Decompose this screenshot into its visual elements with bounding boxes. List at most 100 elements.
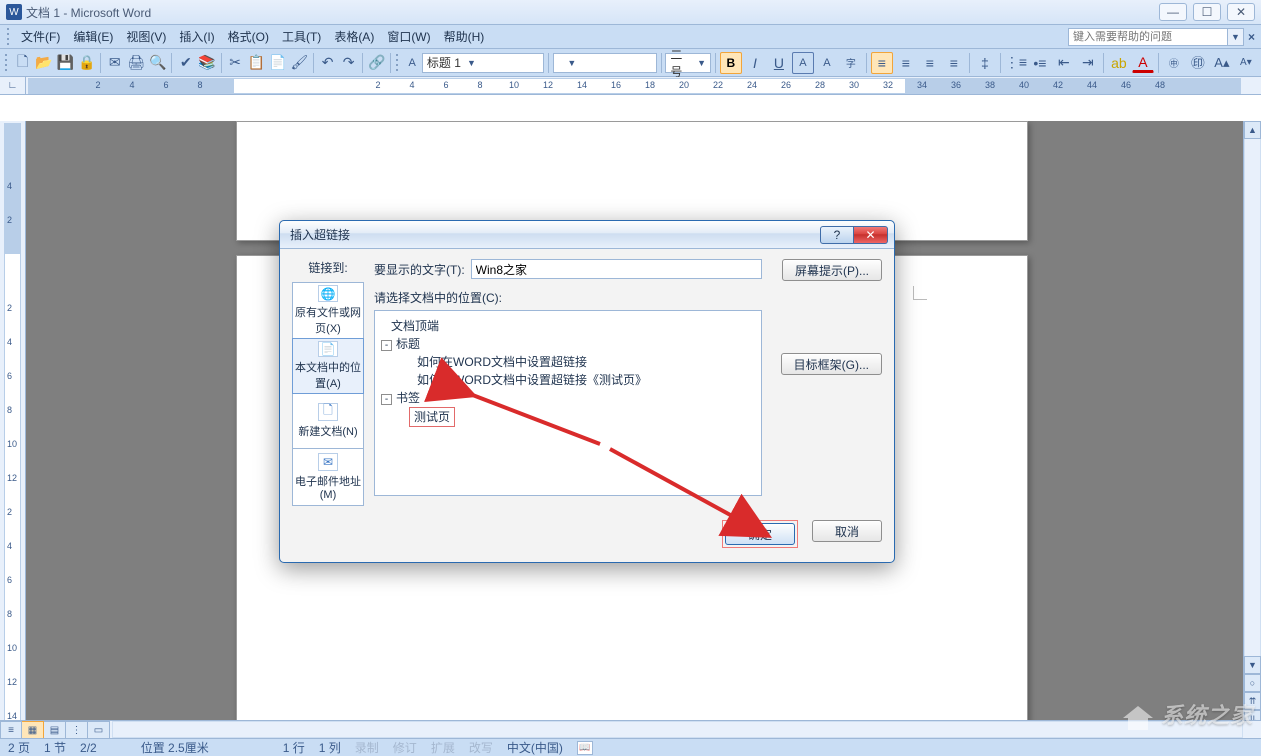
status-extend[interactable]: 扩展 (431, 739, 455, 756)
menu-edit[interactable]: 编辑(E) (67, 26, 119, 47)
status-language[interactable]: 中文(中国) (507, 739, 563, 756)
tab-place-in-document[interactable]: 📄 本文档中的位置(A) (292, 338, 364, 394)
align-right-button[interactable]: ≡ (919, 52, 941, 74)
dialog-titlebar[interactable]: 插入超链接 ? ✕ (280, 221, 894, 249)
toolbar-close-icon[interactable]: × (1248, 30, 1255, 44)
format-painter-icon[interactable]: 🖌 (289, 52, 309, 74)
enclose-char-button[interactable]: ㊥ (1163, 52, 1185, 74)
hyperlink-icon[interactable]: 🔗 (367, 52, 386, 74)
help-dropdown-button[interactable]: ▼ (1228, 28, 1244, 46)
menu-file[interactable]: 文件(F) (15, 26, 66, 47)
minimize-button[interactable]: — (1159, 3, 1187, 21)
undo-icon[interactable]: ↶ (318, 52, 337, 74)
document-location-tree[interactable]: 文档顶端 -标题 如何在WORD文档中设置超链接 如何在WORD文档中设置超链接… (374, 310, 762, 496)
screentip-button[interactable]: 屏幕提示(P)... (782, 259, 882, 281)
menu-help[interactable]: 帮助(H) (438, 26, 491, 47)
bold-button[interactable]: B (720, 52, 742, 74)
horizontal-scroll-track[interactable] (112, 721, 1243, 738)
book-icon[interactable]: 📖 (577, 741, 593, 755)
permission-icon[interactable]: 🔒 (77, 52, 96, 74)
font-combo[interactable]: ▼ (553, 53, 657, 73)
line-spacing-button[interactable]: ‡ (974, 52, 996, 74)
scroll-up-button[interactable]: ▲ (1244, 121, 1261, 139)
style-pane-icon[interactable]: A (404, 52, 420, 74)
align-distribute-button[interactable]: ≡ (943, 52, 965, 74)
save-icon[interactable]: 💾 (56, 52, 75, 74)
circle-text-button[interactable]: ㊞ (1187, 52, 1209, 74)
increase-indent-button[interactable]: ⇥ (1077, 52, 1099, 74)
chevron-down-icon: ▼ (567, 58, 576, 68)
redo-icon[interactable]: ↷ (339, 52, 358, 74)
char-shading-button[interactable]: A (816, 52, 838, 74)
close-window-button[interactable]: ✕ (1227, 3, 1255, 21)
dialog-help-button[interactable]: ? (820, 226, 854, 244)
menu-tools[interactable]: 工具(T) (276, 26, 327, 47)
copy-icon[interactable]: 📋 (247, 52, 266, 74)
scroll-down-button[interactable]: ▼ (1244, 656, 1261, 674)
tree-node-top[interactable]: 文档顶端 (381, 317, 755, 335)
print-icon[interactable]: 🖨 (126, 52, 146, 74)
maximize-button[interactable]: ☐ (1193, 3, 1221, 21)
vertical-ruler-track[interactable]: 2424681012246810121416 (4, 123, 21, 726)
bullets-button[interactable]: •≡ (1029, 52, 1051, 74)
phonetic-guide-button[interactable]: 字 (840, 52, 862, 74)
target-frame-button[interactable]: 目标框架(G)... (781, 353, 882, 375)
collapse-icon[interactable]: - (381, 340, 392, 351)
tab-existing-file[interactable]: 🌐 原有文件或网页(X) (293, 283, 363, 339)
normal-view-button[interactable]: ≡ (0, 721, 22, 739)
print-preview-icon[interactable]: 🔍 (148, 52, 167, 74)
ruler-corner-icon[interactable]: ∟ (0, 77, 26, 95)
tree-node-headings[interactable]: -标题 (381, 335, 755, 353)
standard-toolbar: 🗋 📂 💾 🔒 ✉ 🖨 🔍 ✔ 📚 ✂ 📋 📄 🖌 ↶ ↷ 🔗 A 标题 1 ▼… (0, 49, 1261, 77)
menu-table[interactable]: 表格(A) (328, 26, 380, 47)
reading-view-button[interactable]: ▭ (88, 721, 110, 739)
align-center-button[interactable]: ≡ (895, 52, 917, 74)
select-browse-object-button[interactable]: ○ (1244, 674, 1261, 692)
font-size-combo[interactable]: 二号 ▼ (665, 53, 711, 73)
italic-button[interactable]: I (744, 52, 766, 74)
paste-icon[interactable]: 📄 (268, 52, 287, 74)
help-search-input[interactable] (1068, 28, 1228, 46)
style-combo[interactable]: 标题 1 ▼ (422, 53, 544, 73)
shrink-font-button[interactable]: A▾ (1235, 52, 1257, 74)
status-record[interactable]: 录制 (355, 739, 379, 756)
status-track[interactable]: 修订 (393, 739, 417, 756)
outline-view-button[interactable]: ⋮ (66, 721, 88, 739)
ruler-track[interactable]: 8642246810121416182022242628303234363840… (28, 78, 1241, 94)
new-doc-icon[interactable]: 🗋 (13, 52, 32, 74)
highlight-button[interactable]: ab (1108, 52, 1130, 74)
web-layout-view-button[interactable]: ▤ (44, 721, 66, 739)
dialog-close-button[interactable]: ✕ (854, 226, 888, 244)
print-layout-view-button[interactable]: ▦ (22, 721, 44, 739)
tab-email-address[interactable]: ✉ 电子邮件地址(M) (293, 449, 363, 505)
menu-insert[interactable]: 插入(I) (173, 26, 220, 47)
numbering-button[interactable]: ⋮≡ (1005, 52, 1027, 74)
vertical-scrollbar[interactable]: ▲ ▼ ○ ⇈ ⇊ (1243, 121, 1261, 728)
decrease-indent-button[interactable]: ⇤ (1053, 52, 1075, 74)
scroll-track[interactable] (1244, 139, 1261, 656)
char-border-button[interactable]: A (792, 52, 814, 74)
display-text-input[interactable] (471, 259, 762, 279)
font-color-button[interactable]: A (1132, 53, 1154, 73)
ok-button[interactable]: 确定 (725, 523, 795, 545)
grow-font-button[interactable]: A▴ (1211, 52, 1233, 74)
open-icon[interactable]: 📂 (34, 52, 53, 74)
cut-icon[interactable]: ✂ (226, 52, 245, 74)
tree-node-heading-2[interactable]: 如何在WORD文档中设置超链接《测试页》 (381, 371, 755, 389)
collapse-icon[interactable]: - (381, 394, 392, 405)
tree-node-bookmarks[interactable]: -书签 (381, 389, 755, 407)
tree-node-bookmark-testpage[interactable]: 测试页 (381, 407, 755, 427)
tree-node-heading-1[interactable]: 如何在WORD文档中设置超链接 (381, 353, 755, 371)
spell-check-icon[interactable]: ✔ (176, 52, 195, 74)
research-icon[interactable]: 📚 (197, 52, 216, 74)
watermark-logo: 系统之家 (1123, 698, 1253, 730)
cancel-button[interactable]: 取消 (812, 520, 882, 542)
menu-window[interactable]: 窗口(W) (381, 26, 436, 47)
menu-view[interactable]: 视图(V) (120, 26, 172, 47)
status-overtype[interactable]: 改写 (469, 739, 493, 756)
menu-format[interactable]: 格式(O) (222, 26, 275, 47)
mail-icon[interactable]: ✉ (105, 52, 124, 74)
underline-button[interactable]: U (768, 52, 790, 74)
tab-new-document[interactable]: 🗋 新建文档(N) (293, 393, 363, 449)
align-left-button[interactable]: ≡ (871, 52, 893, 74)
